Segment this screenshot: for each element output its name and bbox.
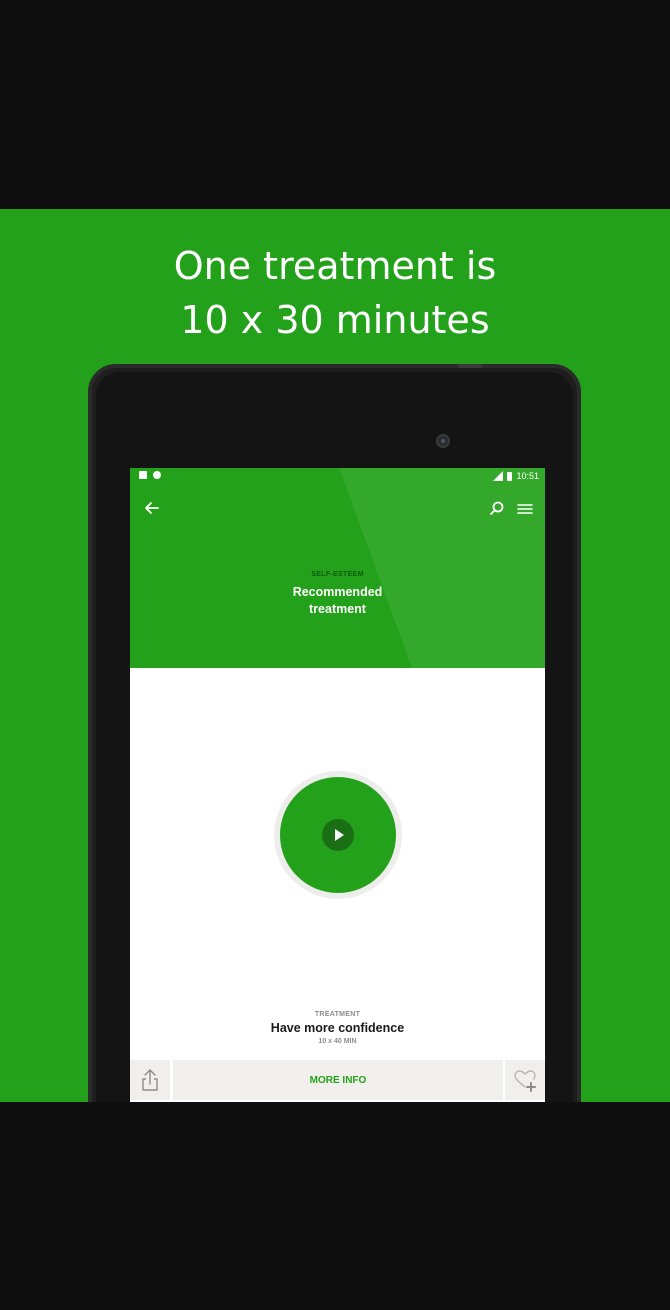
search-icon <box>490 501 504 515</box>
notification-a-icon <box>139 471 147 479</box>
promo-banner: One treatment is 10 x 30 minutes 10:51 S… <box>0 209 670 1102</box>
player-ring <box>274 771 402 899</box>
play-icon <box>335 829 344 841</box>
heart-plus-icon <box>514 1070 536 1092</box>
treatment-title: Have more confidence <box>270 1021 405 1035</box>
player-disc[interactable] <box>280 777 396 893</box>
play-button[interactable] <box>322 819 354 851</box>
tablet-frame: 10:51 SELF-ESTEEM Recommended treatment … <box>88 364 581 1102</box>
treatment-duration: 10 x 40 MIN <box>318 1038 357 1045</box>
back-button[interactable] <box>140 496 164 520</box>
status-clock: 10:51 <box>516 471 539 481</box>
header-text: SELF-ESTEEM Recommended treatment <box>130 571 545 618</box>
signal-icon <box>493 471 504 481</box>
favorite-button[interactable] <box>505 1060 545 1100</box>
hamburger-menu-icon <box>517 504 533 514</box>
promo-headline-line1: One treatment is <box>173 244 497 288</box>
tablet-power-button <box>458 364 482 368</box>
toolbar <box>130 494 545 524</box>
battery-icon <box>507 471 513 481</box>
promo-headline: One treatment is 10 x 30 minutes <box>0 239 670 347</box>
arrow-left-icon <box>145 502 159 514</box>
promo-headline-line2: 10 x 30 minutes <box>180 298 490 342</box>
search-button[interactable] <box>485 497 509 521</box>
more-info-button[interactable]: MORE INFO <box>173 1060 503 1100</box>
sync-circle-icon <box>153 471 161 479</box>
share-icon <box>142 1069 158 1091</box>
app-header: 10:51 SELF-ESTEEM Recommended treatment <box>130 468 545 668</box>
status-bar-right: 10:51 <box>493 470 539 482</box>
treatment-info: TREATMENT Have more confidence 10 x 40 M… <box>130 1011 545 1045</box>
header-title: Recommended treatment <box>292 585 383 616</box>
status-bar: 10:51 <box>130 468 545 486</box>
menu-button[interactable] <box>513 497 537 521</box>
treatment-label: TREATMENT <box>314 1011 361 1018</box>
status-bar-left <box>139 471 161 479</box>
share-button[interactable] <box>130 1060 170 1100</box>
front-camera <box>436 434 450 448</box>
category-label: SELF-ESTEEM <box>311 571 364 578</box>
bottom-bar: MORE INFO <box>130 1060 545 1100</box>
tablet-screen: 10:51 SELF-ESTEEM Recommended treatment … <box>130 468 545 1102</box>
